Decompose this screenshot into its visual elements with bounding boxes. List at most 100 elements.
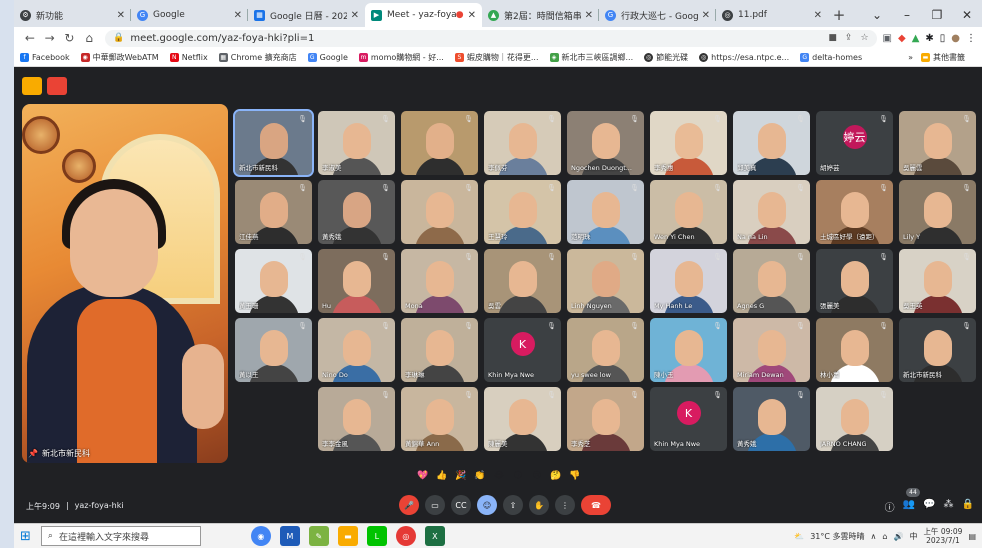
participant-tile[interactable]: 🎙 yu swee low — [567, 318, 644, 382]
participant-tile[interactable]: 🎙 — [401, 111, 478, 175]
participant-tile[interactable]: 🎙 Nino Do — [318, 318, 395, 382]
participant-tile[interactable]: 🎙 JARNO CHANG — [816, 387, 893, 451]
home-icon[interactable]: ⌂ — [79, 31, 99, 45]
participant-tile[interactable]: 🎙 黃秀娥 — [733, 387, 810, 451]
reaction-emoji-button[interactable]: 👏 — [473, 469, 487, 483]
participant-tile[interactable]: 🎙 江佳燕 — [235, 180, 312, 244]
participant-tile[interactable]: 🎙 吳雲 — [484, 249, 561, 313]
participant-tile[interactable]: 🎙 林小菁 — [816, 318, 893, 382]
participant-tile[interactable]: 🎙 李淑美 — [318, 111, 395, 175]
participant-tile[interactable]: 🎙 陳麗美 — [484, 387, 561, 451]
bookmark-star-icon[interactable]: ☆ — [860, 33, 868, 43]
bookmark-energy[interactable]: ◎ 節能光碟 — [644, 52, 688, 63]
sidepanel-icon[interactable]: ▯ — [940, 33, 946, 44]
drive-extension-icon[interactable]: ▲ — [912, 33, 920, 44]
participant-tile[interactable]: 🎙 李琳琳 — [401, 318, 478, 382]
network-icon[interactable]: ⌂ — [882, 532, 887, 541]
tray-chevron-icon[interactable]: ∧ — [871, 532, 877, 541]
participant-tile[interactable]: 🎙 Ngochen Duongt... — [567, 111, 644, 175]
notification-icon[interactable]: ▤ — [968, 532, 976, 541]
bookmark-esa[interactable]: ◎ https://esa.ntpc.e... — [699, 53, 789, 62]
extension-icon[interactable]: ▣ — [883, 33, 892, 44]
bookmark-facebook[interactable]: f Facebook — [20, 53, 70, 62]
file-explorer-icon[interactable]: ▬ — [337, 526, 358, 546]
activities-icon[interactable]: ⁂ — [944, 499, 954, 514]
tab-4-active[interactable]: ▶ Meet - yaz-foya ● ✕ — [365, 3, 482, 27]
captions-button[interactable]: CC — [451, 495, 471, 515]
participant-tile[interactable]: 🎙 Hu — [318, 249, 395, 313]
address-bar[interactable]: 🔒 meet.google.com/yaz-foya-hki?pli=1 ■ ⇪ ☆ — [105, 29, 877, 47]
close-window-button[interactable]: ✕ — [952, 8, 982, 22]
reaction-emoji-button[interactable]: 💖 — [416, 469, 430, 483]
people-icon[interactable]: 👥 — [903, 499, 915, 514]
tab-6[interactable]: G 行政大巡七 - Google ✕ — [599, 3, 716, 27]
participant-tile[interactable]: 🎙 新北市新民科 — [233, 109, 314, 177]
reaction-emoji-button[interactable]: 🤔 — [549, 469, 563, 483]
close-icon[interactable]: ✕ — [702, 10, 710, 21]
close-icon[interactable]: ✕ — [351, 10, 359, 21]
participant-tile[interactable]: 🎙 Lily Y — [899, 180, 976, 244]
camera-indicator-icon[interactable]: ■ — [828, 33, 837, 43]
back-icon[interactable]: ← — [20, 31, 40, 45]
participant-tile[interactable]: 🎙 黃秀娥 — [318, 180, 395, 244]
mic-off-button[interactable]: 🎤 — [399, 495, 419, 515]
participant-tile[interactable]: 🎙 李秀惠 — [650, 111, 727, 175]
participant-tile[interactable]: 🎙 王慧玲 — [484, 180, 561, 244]
menu-kebab-icon[interactable]: ⋮ — [966, 33, 976, 44]
present-button[interactable]: ⇧ — [503, 495, 523, 515]
participant-tile[interactable]: 🎙 Agnes G — [733, 249, 810, 313]
app-icon[interactable]: ✎ — [308, 526, 329, 546]
profile-avatar[interactable]: ● — [951, 33, 960, 44]
participant-tile[interactable]: 🎙 吳麗雲 — [899, 111, 976, 175]
bookmark-other-folder[interactable]: ▬ 其他書籤 — [921, 52, 965, 63]
host-controls-icon[interactable]: 🔒 — [962, 499, 974, 514]
lock-icon[interactable]: 🔒 — [113, 33, 124, 43]
participant-tile[interactable]: 🎙 — [401, 180, 478, 244]
participant-tile[interactable]: 🎙 范明珠 — [567, 180, 644, 244]
volume-icon[interactable]: 🔊 — [893, 532, 903, 541]
line-app-icon[interactable]: L — [366, 526, 387, 546]
bookmark-google[interactable]: G Google — [307, 53, 348, 62]
weather-text[interactable]: 31°C 多雲時晴 — [810, 531, 864, 542]
raise-hand-button[interactable]: ✋ — [529, 495, 549, 515]
participant-tile[interactable]: 🎙 黃以王 — [235, 318, 312, 382]
reaction-emoji-button[interactable]: 😢 — [530, 469, 544, 483]
reaction-emoji-button[interactable]: 👍 — [435, 469, 449, 483]
bookmark-sanxia[interactable]: ◈ 新北市三峽區調鄉... — [549, 52, 633, 63]
participant-tile[interactable]: 🎙 My Hanh Le — [650, 249, 727, 313]
maximize-button[interactable]: ❐ — [922, 8, 952, 22]
ime-icon[interactable]: 中 — [909, 531, 917, 542]
bookmark-chrome-store[interactable]: ▦ Chrome 擴充商店 — [218, 52, 297, 63]
participant-tile[interactable]: 🎙 李李金風 — [318, 387, 395, 451]
participant-tile[interactable]: K 🎙 Khin Mya Nwe — [484, 318, 561, 382]
participant-tile[interactable]: 🎙 吳玉英 — [899, 249, 976, 313]
participant-tile[interactable]: 🎙 Wen Yi Chen — [650, 180, 727, 244]
reaction-emoji-button[interactable]: 😂 — [492, 469, 506, 483]
participant-tile[interactable]: 🎙 Mona — [401, 249, 478, 313]
close-icon[interactable]: ✕ — [117, 10, 125, 21]
bookmark-delta[interactable]: Gdelta-homes — [800, 53, 862, 62]
info-icon[interactable]: ⓘ — [885, 499, 895, 514]
participant-tile[interactable]: 🎙 黃玉珊 — [235, 249, 312, 313]
more-options-button[interactable]: ⋮ — [555, 495, 575, 515]
participant-tile[interactable]: 🎙 黃錦華 Ann — [401, 387, 478, 451]
more-bookmarks-icon[interactable]: » — [908, 53, 913, 62]
participant-tile[interactable]: 🎙 新北市新民科 — [899, 318, 976, 382]
participant-tile[interactable]: 🎙 張麗美 — [816, 249, 893, 313]
bookmark-shopee[interactable]: S 蝦皮購物｜花得更... — [454, 52, 539, 63]
camera-button[interactable]: ▭ — [425, 495, 445, 515]
close-icon[interactable]: ✕ — [814, 10, 822, 21]
tab-search-icon[interactable]: ⌄ — [862, 8, 892, 22]
leave-call-button[interactable]: ☎ — [581, 495, 611, 515]
bookmark-momo[interactable]: m momo購物網 - 好... — [358, 52, 444, 63]
new-tab-button[interactable]: + — [828, 3, 850, 27]
minimize-button[interactable]: – — [892, 8, 922, 22]
tab-2[interactable]: G Google ✕ — [131, 3, 248, 27]
chrome-app-icon[interactable]: ◉ — [250, 526, 271, 546]
participant-tile[interactable]: 婷云 🎙 胡婷芸 — [816, 111, 893, 175]
reactions-button[interactable]: ☺ — [477, 495, 497, 515]
tab-7[interactable]: ◎ 11.pdf ✕ — [716, 3, 828, 27]
windows-start-icon[interactable]: ⊞ — [20, 529, 31, 544]
close-icon[interactable]: ✕ — [468, 10, 476, 21]
participant-tile[interactable]: 🎙 Miriam Dewan — [733, 318, 810, 382]
